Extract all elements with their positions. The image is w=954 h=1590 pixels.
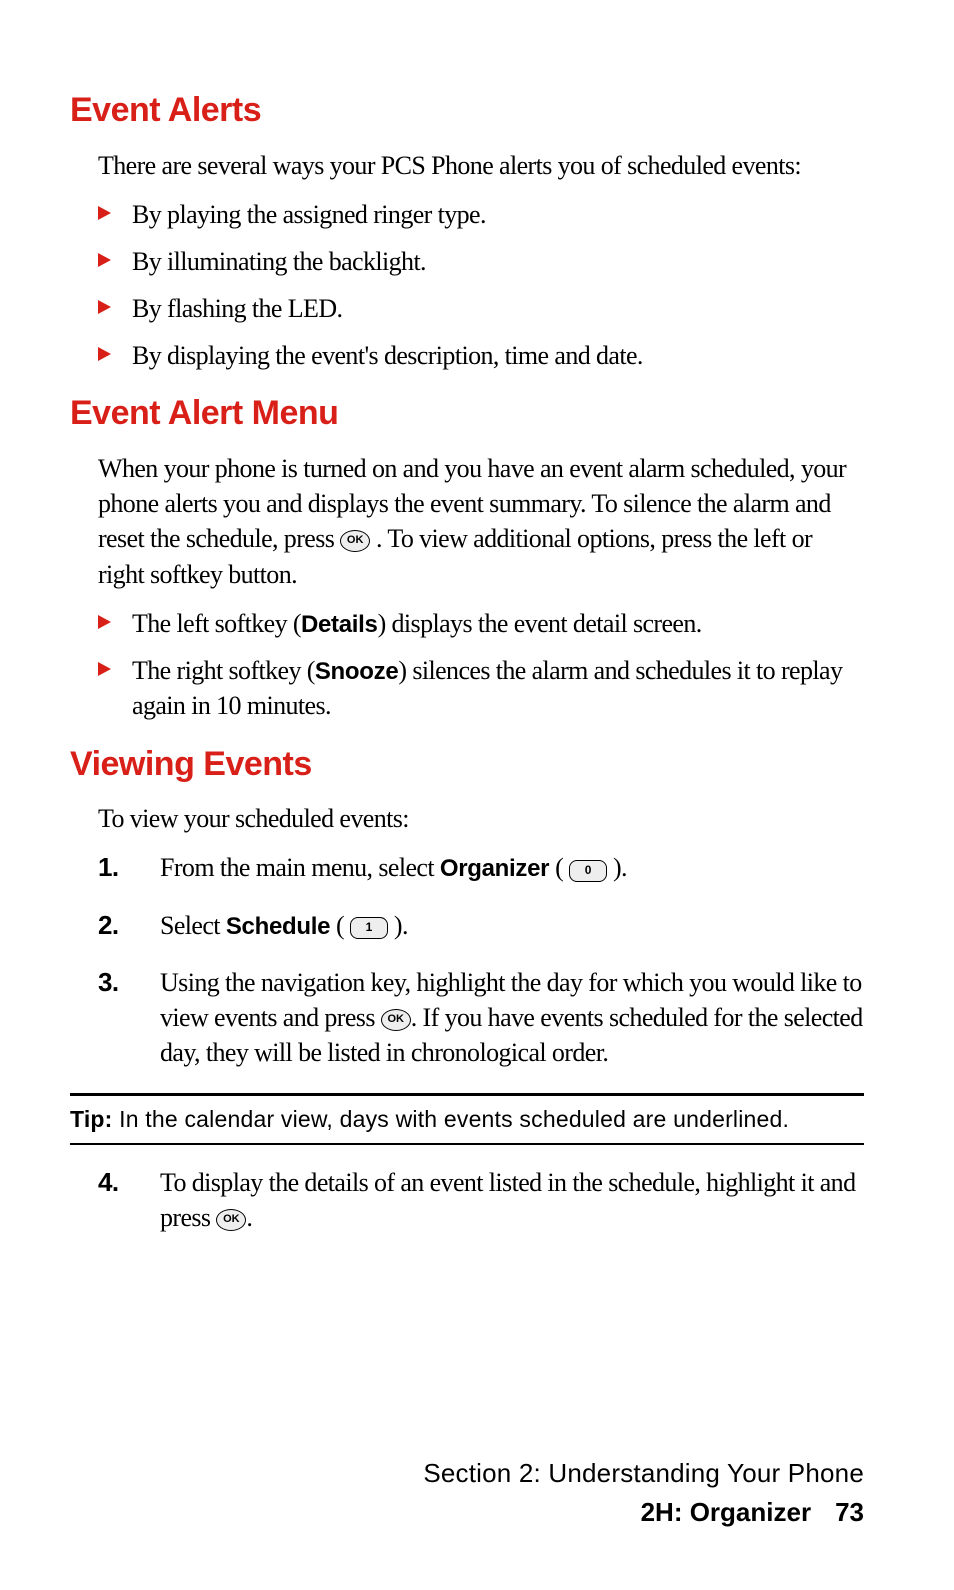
list-item: By displaying the event's description, t… bbox=[98, 338, 864, 373]
text: To display the details of an event liste… bbox=[160, 1168, 855, 1232]
text: Select bbox=[160, 911, 226, 940]
step-item: To display the details of an event liste… bbox=[98, 1165, 864, 1235]
intro-paragraph: There are several ways your PCS Phone al… bbox=[98, 148, 864, 183]
softkey-list: The left softkey (Details) displays the … bbox=[98, 606, 864, 724]
text: The left softkey ( bbox=[132, 609, 301, 638]
tip-text: In the calendar view, days with events s… bbox=[113, 1106, 790, 1132]
key-1-icon: 1 bbox=[350, 917, 388, 939]
bold-word: Details bbox=[301, 611, 378, 638]
heading-viewing-events: Viewing Events bbox=[70, 742, 864, 788]
bold-word: Organizer bbox=[440, 855, 549, 882]
text: ) displays the event detail screen. bbox=[378, 609, 702, 638]
ok-button-icon: OK bbox=[340, 530, 370, 552]
text: ). bbox=[388, 911, 408, 940]
bold-word: Schedule bbox=[226, 913, 330, 940]
heading-event-alerts: Event Alerts bbox=[70, 88, 864, 134]
ok-button-icon: OK bbox=[381, 1009, 411, 1031]
paragraph: When your phone is turned on and you hav… bbox=[98, 451, 864, 591]
heading-event-alert-menu: Event Alert Menu bbox=[70, 391, 864, 437]
page-number: 73 bbox=[835, 1497, 864, 1527]
tip-box: Tip: In the calendar view, days with eve… bbox=[70, 1093, 864, 1145]
step-list: From the main menu, select Organizer ( 0… bbox=[98, 850, 864, 1070]
step-item: Using the navigation key, highlight the … bbox=[98, 965, 864, 1070]
step-list-continued: To display the details of an event liste… bbox=[98, 1165, 864, 1235]
text: ( bbox=[549, 853, 569, 882]
page-footer: Section 2: Understanding Your Phone 2H: … bbox=[423, 1456, 864, 1530]
alert-list: By playing the assigned ringer type. By … bbox=[98, 197, 864, 373]
footer-sub: 2H: Organizer 73 bbox=[423, 1495, 864, 1530]
step-item: Select Schedule ( 1 ). bbox=[98, 908, 864, 943]
list-item: By playing the assigned ringer type. bbox=[98, 197, 864, 232]
text: ( bbox=[330, 911, 350, 940]
key-0-icon: 0 bbox=[569, 860, 607, 882]
list-item: By flashing the LED. bbox=[98, 291, 864, 326]
list-item: The left softkey (Details) displays the … bbox=[98, 606, 864, 641]
ok-button-icon: OK bbox=[216, 1209, 246, 1231]
text: ). bbox=[607, 853, 627, 882]
step-item: From the main menu, select Organizer ( 0… bbox=[98, 850, 864, 885]
text: The right softkey ( bbox=[132, 656, 315, 685]
tip-label: Tip: bbox=[70, 1106, 113, 1132]
footer-chapter: 2H: Organizer bbox=[641, 1497, 812, 1527]
text: From the main menu, select bbox=[160, 853, 440, 882]
list-item: By illuminating the backlight. bbox=[98, 244, 864, 279]
footer-section: Section 2: Understanding Your Phone bbox=[423, 1456, 864, 1491]
text: . bbox=[246, 1203, 252, 1232]
list-item: The right softkey (Snooze) silences the … bbox=[98, 653, 864, 723]
intro-paragraph: To view your scheduled events: bbox=[98, 801, 864, 836]
bold-word: Snooze bbox=[315, 658, 399, 685]
